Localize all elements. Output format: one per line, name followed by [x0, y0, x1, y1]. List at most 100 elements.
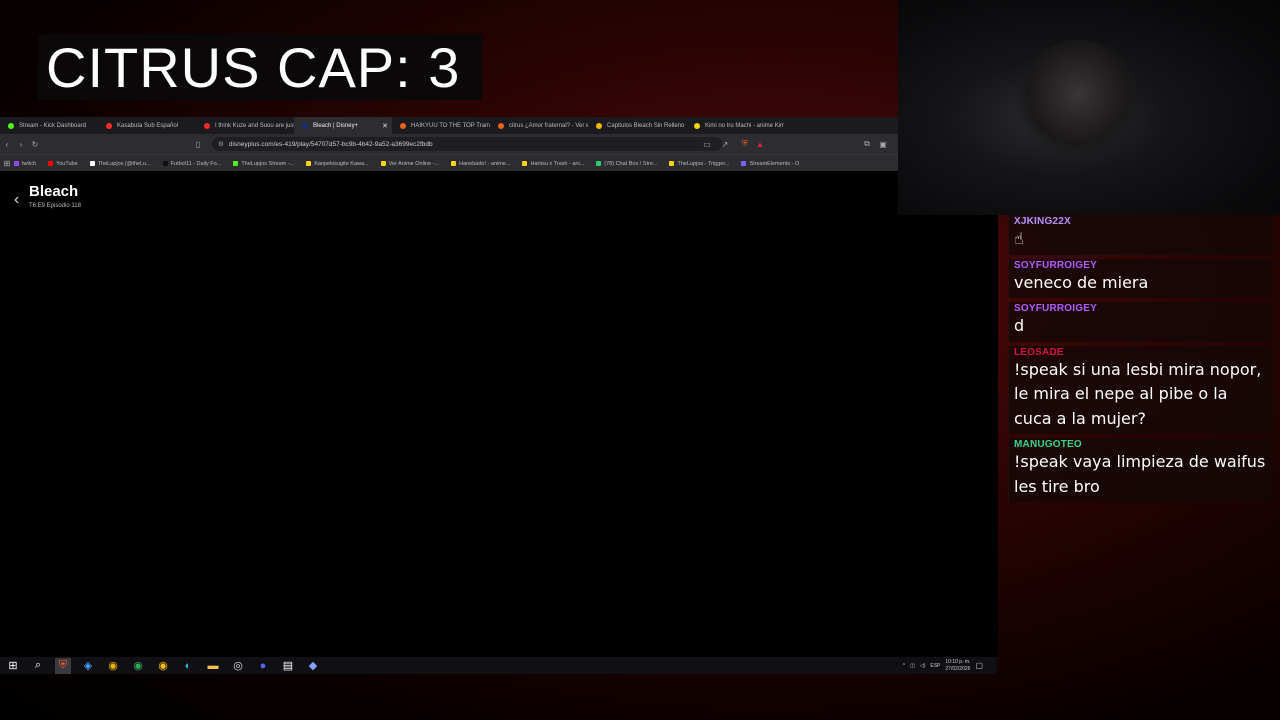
- tab-label: HAIKYUU TO THE TOP Trampo: [411, 122, 490, 129]
- bookmark-favicon-icon: [306, 161, 312, 166]
- video-player-extension: [898, 215, 998, 657]
- video-player[interactable]: ‹ Bleach T6:E9 Episodio 118: [0, 171, 898, 657]
- edge-icon[interactable]: ◐: [180, 658, 196, 674]
- bookmark-item[interactable]: Futbol11 - Daily Fo...: [162, 160, 222, 167]
- notification-icon[interactable]: ▢: [975, 661, 983, 670]
- brave-rewards-icon[interactable]: ▲: [753, 140, 767, 149]
- browser-tab[interactable]: I think Kuze and Suou are just: [196, 117, 294, 134]
- search-icon[interactable]: ⌕: [30, 658, 46, 674]
- bookmark-favicon-icon: [89, 161, 95, 166]
- chat-username: XJKING22X: [1014, 216, 1071, 227]
- chat-message: SOYFURROIGEY veneco de miera: [1008, 258, 1273, 298]
- network-icon[interactable]: ◫: [910, 663, 915, 669]
- tab-favicon-icon: [204, 122, 210, 129]
- share-icon[interactable]: ↗: [718, 140, 732, 149]
- back-arrow-icon[interactable]: ‹: [0, 140, 14, 149]
- taskbar: ⊞ ⌕ ⛨ ◈ ◉ ◉ ◉ ◐ ▬ ◎ ● ▤ ◆ ^ ◫ ◁) ESP 10:…: [0, 657, 997, 674]
- bookmark-item[interactable]: Hantsu x Trash - ani...: [522, 161, 584, 167]
- url-field[interactable]: ⚙ disneyplus.com/es-419/play/54707d57-bc…: [212, 137, 722, 151]
- tab-favicon-icon: [596, 122, 602, 129]
- windows-start-icon[interactable]: ⊞: [5, 658, 21, 674]
- bookmark-item[interactable]: Hanebado! - anime...: [451, 161, 510, 167]
- language-indicator[interactable]: ESP: [930, 663, 940, 669]
- browser-tab[interactable]: Kimi no Iru Machi - anime Kim: [686, 117, 784, 134]
- webcam-feed: [898, 0, 1280, 215]
- cast-icon[interactable]: ▭: [700, 140, 714, 149]
- tab-favicon-icon: [694, 122, 700, 129]
- chat-text: d: [1014, 316, 1025, 335]
- tab-favicon-icon: [302, 122, 308, 129]
- bookmark-label: (78) Chat Box / Stre...: [604, 160, 658, 167]
- browser-tab[interactable]: citrus ¿Amor fraternal? - Ver el: [490, 117, 588, 134]
- bookmark-label: YouTube: [56, 160, 78, 167]
- bookmark-label: Hantsu x Trash - ani...: [530, 160, 585, 167]
- bookmark-item[interactable]: TheLupjos (@theLu...: [89, 161, 151, 167]
- bookmark-favicon-icon: [380, 161, 386, 166]
- chrome-icon[interactable]: ◉: [105, 658, 121, 674]
- apps-grid-icon[interactable]: ⊞: [0, 159, 14, 168]
- bookmark-item[interactable]: (78) Chat Box / Stre...: [596, 161, 657, 167]
- discord-icon[interactable]: ●: [255, 658, 271, 674]
- chat-text: ☝: [1014, 229, 1024, 248]
- bookmark-label: StreamElements - O: [749, 160, 800, 167]
- tab-close-icon[interactable]: ✕: [382, 122, 388, 130]
- chrome-icon-3[interactable]: ◉: [155, 658, 171, 674]
- bookmark-item[interactable]: Ver Anime Online -...: [380, 161, 439, 167]
- tab-label: I think Kuze and Suou are just: [215, 122, 294, 129]
- tab-label: Kimi no Iru Machi - anime Kim: [705, 122, 784, 129]
- bookmark-item[interactable]: Kanpekisugite Kawa...: [306, 161, 369, 167]
- tab-favicon-icon: [106, 122, 112, 129]
- bookmark-item[interactable]: YouTube: [48, 161, 78, 167]
- stream-title-overlay: CITRUS CAP: 3: [38, 34, 482, 100]
- bookmark-favicon-icon: [14, 161, 19, 166]
- bookmark-label: Hanebado! - anime...: [459, 160, 511, 167]
- webcam-person: [1018, 40, 1138, 160]
- bookmark-label: TheLupjos - Trigger...: [677, 160, 730, 167]
- sidebar-icon[interactable]: ▣: [876, 140, 890, 149]
- brave-shield-icon[interactable]: ⛨: [738, 139, 752, 149]
- browser-tab[interactable]: Stream - Kick Dashboard: [0, 117, 98, 134]
- forward-arrow-icon[interactable]: ›: [14, 140, 28, 149]
- url-text: disneyplus.com/es-419/play/54707d57-bc9b…: [228, 140, 433, 148]
- clock[interactable]: 10:10 p. m. 27/02/2026: [945, 659, 970, 673]
- bookmark-label: twitch: [22, 160, 37, 167]
- tab-label: Kasabuta Sub Español: [117, 122, 179, 129]
- bookmark-item[interactable]: twitch: [14, 161, 36, 167]
- chat-text: veneco de miera: [1014, 272, 1149, 292]
- tab-favicon-icon: [400, 122, 406, 129]
- chat-overlay: XJKING22X ☝ SOYFURROIGEY veneco de miera SOY…: [1008, 215, 1273, 506]
- volume-icon[interactable]: ◁): [920, 663, 926, 669]
- tab-favicon-icon: [8, 122, 14, 129]
- tab-bar: Stream - Kick Dashboard Kasabuta Sub Espa…: [0, 117, 898, 134]
- chat-text: !speak vaya limpieza de waifus les tire …: [1014, 452, 1266, 496]
- bookmark-label: Futbol11 - Daily Fo...: [170, 160, 222, 167]
- reload-icon[interactable]: ↻: [28, 140, 42, 149]
- bookmark-icon[interactable]: ▯: [191, 140, 205, 149]
- episode-subtitle: T6:E9 Episodio 118: [29, 203, 81, 209]
- chrome-icon-2[interactable]: ◉: [130, 658, 146, 674]
- bookmark-item[interactable]: TheLupjos Stream -...: [233, 161, 294, 167]
- browser-tab[interactable]: Kasabuta Sub Español: [98, 117, 196, 134]
- obs-icon[interactable]: ◎: [230, 658, 246, 674]
- chat-text: !speak si una lesbi mira nopor, le mira …: [1014, 359, 1262, 428]
- back-chevron-icon[interactable]: ‹: [14, 191, 19, 209]
- site-info-icon[interactable]: ⚙: [218, 140, 224, 148]
- app-icon-diamond[interactable]: ◆: [305, 658, 321, 674]
- chat-message: MANUGOTEO !speak vaya limpieza de waifus …: [1008, 438, 1273, 502]
- app-icon-blue[interactable]: ◈: [80, 658, 96, 674]
- brave-browser-icon[interactable]: ⛨: [55, 657, 71, 674]
- bookmark-item[interactable]: TheLupjos - Trigger...: [669, 161, 729, 167]
- tab-label: Capitulos Bleach Sin Relleno y: [607, 122, 686, 129]
- bookmark-item[interactable]: StreamElements - O: [741, 161, 799, 167]
- chat-message: XJKING22X ☝: [1008, 215, 1273, 255]
- bookmark-favicon-icon: [162, 161, 168, 166]
- capcut-icon[interactable]: ▤: [280, 658, 296, 674]
- bookmark-favicon-icon: [596, 161, 602, 166]
- system-tray: ^ ◫ ◁) ESP 10:10 p. m. 27/02/2026 ▢: [903, 657, 983, 674]
- browser-tab[interactable]: HAIKYUU TO THE TOP Trampo: [392, 117, 490, 134]
- tray-chevron-icon[interactable]: ^: [903, 663, 905, 669]
- browser-tab[interactable]: Capitulos Bleach Sin Relleno y: [588, 117, 686, 134]
- browser-tab[interactable]: Bleach | Disney+ ✕: [294, 117, 392, 134]
- file-explorer-icon[interactable]: ▬: [205, 658, 221, 674]
- extensions-icon[interactable]: ⧉: [860, 139, 874, 149]
